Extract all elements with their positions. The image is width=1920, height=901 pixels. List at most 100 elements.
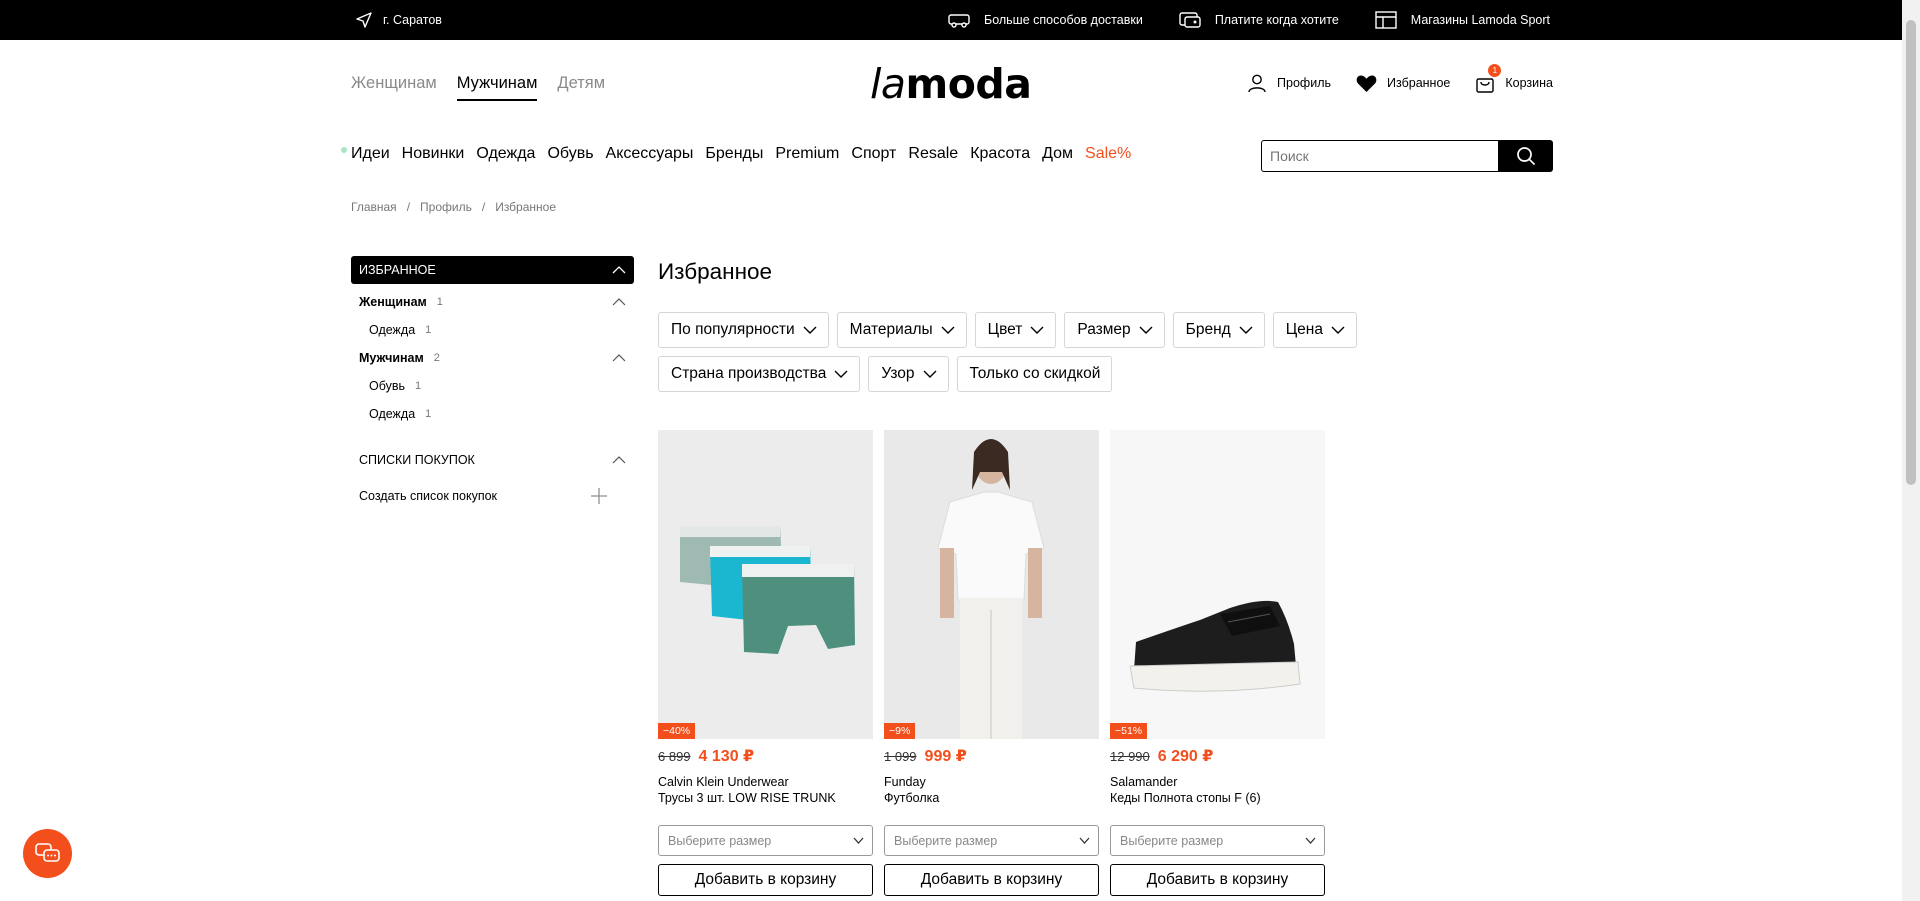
size-select[interactable]: Выберите размер: [658, 825, 873, 856]
chevron-down-icon: [1139, 326, 1153, 334]
sidebar-item-label: Одежда: [369, 323, 416, 337]
current-price: 999 ₽: [924, 748, 967, 765]
search-icon: [1516, 147, 1535, 166]
add-to-cart-button[interactable]: Добавить в корзину: [1110, 864, 1325, 896]
nav-accessories[interactable]: Аксессуары: [606, 145, 694, 163]
search-button[interactable]: [1498, 140, 1553, 172]
tshirt-model-image: [937, 439, 1045, 739]
page-title: Избранное: [658, 259, 773, 284]
sidebar-item-label: Обувь: [369, 379, 406, 393]
sidebar-group-count: 1: [436, 296, 443, 308]
page-scrollbar[interactable]: [1902, 0, 1920, 901]
filter-brand[interactable]: Бренд: [1172, 312, 1265, 348]
cart-count-badge: 1: [1488, 64, 1502, 77]
nav-clothing[interactable]: Одежда: [476, 145, 535, 163]
category-nav: Идеи Новинки Одежда Обувь Аксессуары Бре…: [351, 145, 1143, 163]
size-select-placeholder: Выберите размер: [894, 833, 998, 848]
nav-home[interactable]: Дом: [1042, 145, 1073, 163]
tab-women[interactable]: Женщинам: [351, 74, 437, 101]
size-select[interactable]: Выберите размер: [884, 825, 1099, 856]
lamoda-logo[interactable]: lamoda: [870, 60, 1032, 108]
sidebar-favorites-header[interactable]: ИЗБРАННОЕ: [351, 256, 634, 284]
size-select-placeholder: Выберите размер: [668, 833, 772, 848]
underwear-image: [680, 526, 855, 654]
breadcrumb-home[interactable]: Главная: [351, 200, 397, 214]
product-card[interactable]: −9% 1 099 999 ₽ Funday Футболка Выберите…: [884, 430, 1099, 896]
filter-color[interactable]: Цвет: [974, 312, 1057, 348]
product-card[interactable]: −40% 6 899 4 130 ₽ Calvin Klein Underwea…: [658, 430, 873, 896]
chevron-down-icon: [1079, 837, 1090, 844]
support-chat-button[interactable]: [23, 829, 72, 878]
sidebar-item-men-clothing[interactable]: Одежда 1: [351, 400, 634, 428]
breadcrumb-separator: /: [481, 200, 486, 214]
nav-ideas[interactable]: Идеи: [351, 145, 390, 163]
nav-resale[interactable]: Resale: [908, 145, 958, 163]
city-selector[interactable]: г. Саратов: [355, 0, 442, 40]
discount-badge: −9%: [884, 723, 916, 739]
breadcrumb-profile[interactable]: Профиль: [420, 200, 472, 214]
size-select-placeholder: Выберите размер: [1120, 833, 1224, 848]
current-price: 6 290 ₽: [1157, 748, 1214, 765]
tab-men[interactable]: Мужчинам: [456, 74, 538, 101]
create-list-label: Создать список покупок: [359, 489, 498, 503]
cart-link[interactable]: 1 Корзина: [1475, 64, 1553, 93]
chevron-up-icon: [612, 456, 626, 464]
product-image[interactable]: −51%: [1110, 430, 1325, 739]
wallet-icon: [1179, 12, 1201, 28]
filter-pattern[interactable]: Узор: [868, 356, 949, 392]
top-bar: г. Саратов Больше способов доставки Плат…: [0, 0, 1902, 40]
search-input[interactable]: [1261, 140, 1498, 172]
sidebar-item-count: 1: [425, 408, 432, 420]
sidebar-group-men[interactable]: Мужчинам 2: [351, 344, 634, 372]
nav-shoes[interactable]: Обувь: [547, 145, 593, 163]
old-price: 6 899: [658, 749, 691, 764]
filter-size[interactable]: Размер: [1064, 312, 1165, 348]
product-grid: −40% 6 899 4 130 ₽ Calvin Klein Underwea…: [658, 430, 1336, 896]
profile-link[interactable]: Профиль: [1247, 73, 1331, 93]
sidebar-item-label: Одежда: [369, 407, 416, 421]
add-to-cart-button[interactable]: Добавить в корзину: [658, 864, 873, 896]
product-image[interactable]: −9%: [884, 430, 1099, 739]
sidebar-group-women[interactable]: Женщинам 1: [351, 288, 634, 316]
favorites-link[interactable]: Избранное: [1356, 74, 1450, 93]
sidebar-item-men-shoes[interactable]: Обувь 1: [351, 372, 634, 400]
filter-discount-only[interactable]: Только со скидкой: [956, 356, 1113, 392]
nav-beauty[interactable]: Красота: [970, 145, 1030, 163]
cart-label: Корзина: [1505, 76, 1553, 90]
filter-bar: По популярности Материалы Цвет Размер Бр…: [658, 312, 1418, 400]
location-arrow-icon: [356, 12, 372, 28]
favorites-sidebar: ИЗБРАННОЕ Женщинам 1 Одежда 1 Мужчинам 2 Об…: [351, 256, 634, 510]
plus-icon: [591, 488, 607, 504]
delivery-link[interactable]: Больше способов доставки: [948, 12, 1143, 28]
filter-price[interactable]: Цена: [1272, 312, 1357, 348]
add-to-cart-button[interactable]: Добавить в корзину: [884, 864, 1099, 896]
nav-sport[interactable]: Спорт: [851, 145, 896, 163]
create-list-button[interactable]: Создать список покупок: [351, 482, 634, 510]
product-name: Трусы 3 шт. LOW RISE TRUNK: [658, 791, 836, 805]
chevron-down-icon: [803, 326, 817, 334]
sidebar-lists-title: СПИСКИ ПОКУПОК: [359, 453, 475, 467]
sidebar-lists-header[interactable]: СПИСКИ ПОКУПОК: [351, 446, 634, 474]
product-card[interactable]: −51% 12 990 6 290 ₽ Salamander Кеды Полн…: [1110, 430, 1325, 896]
discount-badge: −40%: [658, 723, 696, 739]
nav-premium[interactable]: Premium: [775, 145, 839, 163]
stores-link[interactable]: Магазины Lamoda Sport: [1375, 11, 1550, 29]
nav-new[interactable]: Новинки: [402, 145, 465, 163]
nav-brands[interactable]: Бренды: [705, 145, 763, 163]
product-image[interactable]: −40%: [658, 430, 873, 739]
nav-sale[interactable]: Sale%: [1085, 145, 1131, 163]
product-name: Кеды Полнота стопы F (6): [1110, 791, 1261, 805]
sidebar-group-label: Мужчинам: [359, 351, 424, 365]
size-select[interactable]: Выберите размер: [1110, 825, 1325, 856]
store-icon: [1375, 11, 1397, 29]
sort-dropdown[interactable]: По популярности: [658, 312, 829, 348]
product-name: Футболка: [884, 791, 940, 805]
scrollbar-thumb[interactable]: [1906, 20, 1916, 485]
filter-materials[interactable]: Материалы: [836, 312, 967, 348]
filter-country[interactable]: Страна производства: [658, 356, 861, 392]
gender-tabs: Женщинам Мужчинам Детям: [351, 74, 625, 101]
tab-kids[interactable]: Детям: [557, 74, 605, 101]
payment-link[interactable]: Платите когда хотите: [1179, 11, 1339, 29]
stores-link-label: Магазины Lamoda Sport: [1410, 13, 1550, 27]
sidebar-item-women-clothing[interactable]: Одежда 1: [351, 316, 634, 344]
